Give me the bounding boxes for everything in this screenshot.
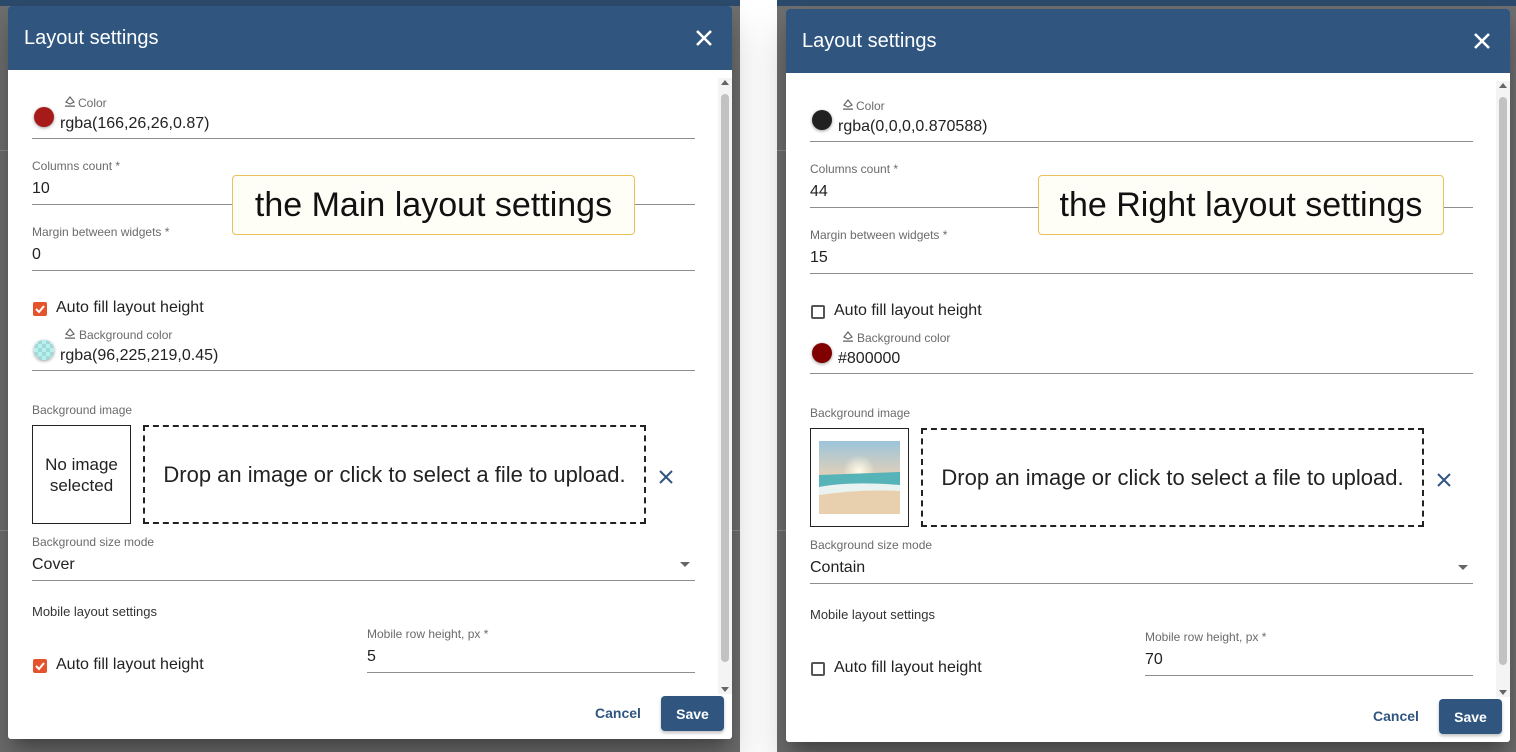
dropdown-arrow-icon[interactable] [680,562,690,567]
background-color-swatch[interactable] [34,340,54,360]
auto-fill-label: Auto fill layout height [834,302,982,319]
size-mode-underline [810,583,1473,584]
background-color-underline [32,370,695,371]
format-color-fill-icon [843,331,853,342]
scroll-down-arrow[interactable] [721,687,729,692]
background-color-value[interactable]: rgba(96,225,219,0.45) [60,347,218,365]
background-color-swatch[interactable] [812,343,832,363]
no-image-text: No image selected [45,455,118,495]
auto-fill-checkbox[interactable] [33,302,47,316]
close-icon[interactable] [690,24,718,52]
color-underline [810,141,1473,142]
format-color-fill-icon [65,96,75,107]
size-mode-select[interactable]: Contain [810,559,865,577]
swatch-fill [34,340,54,360]
scrollbar[interactable] [1496,81,1510,697]
background-color-label: Background color [79,328,173,342]
layout-settings-dialog-right: Layout settings Color rgba(0,0,0,0.87058… [786,9,1510,742]
size-mode-underline [32,580,695,581]
close-icon[interactable] [1468,27,1496,55]
image-dropzone[interactable]: Drop an image or click to select a file … [921,428,1424,527]
cancel-button[interactable]: Cancel [1373,708,1419,724]
mobile-row-height-underline [367,672,695,673]
scrollbar-thumb[interactable] [1499,97,1507,665]
save-button[interactable]: Save [661,696,724,731]
margin-label: Margin between widgets * [810,228,948,242]
format-color-fill-icon [65,328,75,339]
mobile-row-height-input[interactable]: 5 [367,648,376,666]
image-preview: No image selected [32,425,131,524]
color-value[interactable]: rgba(0,0,0,0.870588) [838,118,987,136]
auto-fill-label: Auto fill layout height [56,299,204,316]
margin-input[interactable]: 0 [32,246,41,264]
annotation-callout: the Main layout settings [232,175,635,235]
cancel-button[interactable]: Cancel [595,705,641,721]
color-label: Color [78,96,107,110]
dialog-header: Layout settings [786,9,1510,73]
mobile-auto-fill-label: Auto fill layout height [834,659,982,676]
columns-count-label: Columns count * [810,162,899,176]
color-swatch[interactable] [34,107,54,127]
size-mode-label: Background size mode [32,535,155,549]
background-color-value[interactable]: #800000 [838,350,900,368]
color-underline [32,138,695,139]
image-dropzone[interactable]: Drop an image or click to select a file … [143,425,646,524]
background-color-underline [810,373,1473,374]
dialog-header: Layout settings [8,6,732,70]
scroll-up-arrow[interactable] [1499,83,1507,88]
checkmark-icon [35,662,45,671]
margin-underline [810,273,1473,274]
scroll-down-arrow[interactable] [1499,690,1507,695]
mobile-settings-title: Mobile layout settings [810,607,936,622]
app-toolbar-strip [777,0,1516,6]
remove-image-icon[interactable] [657,468,675,486]
dropdown-arrow-icon[interactable] [1458,565,1468,570]
scrollbar[interactable] [718,78,732,694]
beach-image-thumbnail [819,441,900,514]
save-button[interactable]: Save [1439,699,1502,734]
scroll-up-arrow[interactable] [721,80,729,85]
layout-settings-dialog-main: Layout settings Color rgba(166,26,26,0.8… [8,6,732,739]
mobile-row-height-label: Mobile row height, px * [1145,630,1267,644]
size-mode-select[interactable]: Cover [32,556,75,574]
dialog-content: Color rgba(0,0,0,0.870588) Columns count… [786,73,1510,689]
mobile-auto-fill-checkbox[interactable] [33,659,47,673]
color-label: Color [856,99,885,113]
remove-image-icon[interactable] [1435,471,1453,489]
margin-underline [32,270,695,271]
scrollbar-thumb[interactable] [721,94,729,662]
annotation-callout: the Right layout settings [1038,175,1444,235]
mobile-settings-title: Mobile layout settings [32,604,158,619]
mobile-row-height-label: Mobile row height, px * [367,627,489,641]
color-value[interactable]: rgba(166,26,26,0.87) [60,115,209,133]
mobile-row-height-underline [1145,675,1473,676]
image-preview [810,428,909,527]
background-image-label: Background image [810,406,911,420]
margin-input[interactable]: 15 [810,249,828,267]
checkmark-icon [35,305,45,314]
mobile-row-height-input[interactable]: 70 [1145,651,1163,669]
color-swatch[interactable] [812,110,832,130]
size-mode-label: Background size mode [810,538,933,552]
mobile-auto-fill-checkbox[interactable] [811,662,825,676]
columns-count-input[interactable]: 10 [32,180,50,198]
dialog-content: Color rgba(166,26,26,0.87) Columns count… [8,70,732,686]
dialog-title: Layout settings [24,27,159,49]
columns-count-input[interactable]: 44 [810,183,828,201]
dialog-title: Layout settings [802,30,937,52]
background-color-label: Background color [857,331,951,345]
auto-fill-checkbox[interactable] [811,305,825,319]
format-color-fill-icon [843,99,853,110]
margin-label: Margin between widgets * [32,225,170,239]
background-image-label: Background image [32,403,133,417]
columns-count-label: Columns count * [32,159,121,173]
mobile-auto-fill-label: Auto fill layout height [56,656,204,673]
